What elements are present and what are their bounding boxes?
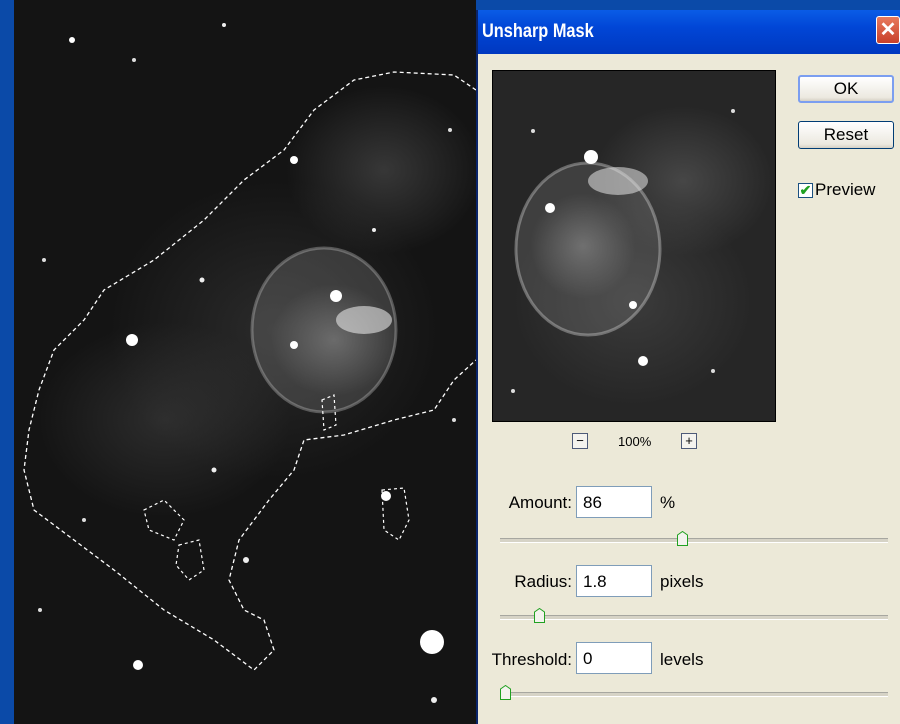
preview-image <box>511 109 735 393</box>
preview-checkmark-icon[interactable]: ✔ <box>798 182 813 198</box>
radius-input[interactable]: 1.8 <box>576 565 652 597</box>
close-button[interactable]: ✕ <box>876 16 900 44</box>
threshold-slider-track[interactable] <box>500 692 888 697</box>
threshold-input[interactable]: 0 <box>576 642 652 674</box>
zoom-in-button[interactable]: + <box>681 433 697 449</box>
radius-slider-track[interactable] <box>500 615 888 620</box>
amount-label: Amount: <box>508 493 572 512</box>
dialog-titlebar[interactable]: Unsharp Mask ✕ <box>478 10 900 54</box>
radius-slider-thumb[interactable] <box>533 608 545 623</box>
amount-unit: % <box>660 493 676 512</box>
threshold-slider-thumb[interactable] <box>500 685 511 700</box>
amount-input[interactable]: 86 <box>576 486 652 518</box>
radius-label: Radius: <box>514 572 572 591</box>
radius-unit: pixels <box>660 572 704 591</box>
preview-checkbox[interactable]: ✔ Preview <box>798 180 875 200</box>
unsharp-mask-dialog: Unsharp Mask ✕ OK Reset ✔ Preview − 100%… <box>476 10 900 724</box>
reset-button[interactable]: Reset <box>798 121 894 149</box>
zoom-level: 100% <box>618 434 652 449</box>
ok-button[interactable]: OK <box>798 75 894 103</box>
image-canvas[interactable] <box>14 0 476 724</box>
threshold-unit: levels <box>660 650 704 669</box>
dialog-title: Unsharp Mask <box>482 21 594 42</box>
threshold-label: Threshold: <box>491 650 572 669</box>
amount-slider-thumb[interactable] <box>677 531 689 546</box>
nebula-image <box>23 23 476 703</box>
filter-preview[interactable] <box>492 70 776 422</box>
amount-slider-track[interactable] <box>500 538 888 543</box>
preview-label: Preview <box>815 180 876 199</box>
zoom-out-button[interactable]: − <box>572 433 588 449</box>
